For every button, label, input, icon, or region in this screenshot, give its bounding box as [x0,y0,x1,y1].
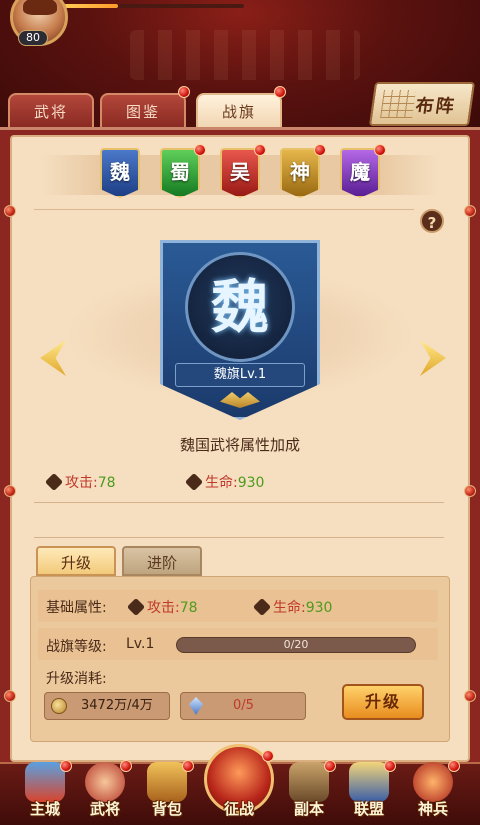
heart-shield-icon [252,597,272,617]
nav-main-city[interactable]: 主城 [16,758,74,825]
formation-button-label: 布阵 [414,96,458,117]
nav-label: 武将 [89,800,120,818]
nav-campaign[interactable]: 征战 [210,758,268,825]
stat-hp: 生命:930 [184,472,265,492]
tab-codex[interactable]: 图鉴 [100,93,186,127]
faction-shen-badge [314,144,326,156]
crystal-cost-value: 0/5 [233,698,254,713]
upgrade-attack-label: 攻击: [147,600,180,616]
faction-mo-badge [374,144,386,156]
subtab-advance[interactable]: 进阶 [122,546,202,576]
divider [34,502,444,503]
frame-knob [464,690,476,702]
nav-label: 征战 [223,800,254,818]
nav-label: 副本 [293,800,324,818]
stat-hp-value: 930 [237,475,265,491]
nav-generals[interactable]: 武将 [76,758,134,825]
exp-bar [64,4,244,8]
banner-level-label: 魏旗Lv.1 [175,363,305,387]
upgrade-hp: 生命:930 [252,597,333,617]
player-level-badge: 80 [18,30,48,46]
general-icon [85,762,125,802]
crystal-icon [189,697,203,715]
formation-board-icon [380,90,416,118]
stat-hp-label: 生命: [205,475,238,491]
nav-badge [324,760,336,772]
formation-button[interactable]: 布阵 [368,82,476,126]
flag-level-label: 战旗等级: [46,639,107,655]
nav-backpack[interactable]: 背包 [138,758,196,825]
stat-attack: 攻击:78 [44,472,116,492]
dungeon-icon [289,762,329,802]
backpack-icon [147,762,187,802]
faction-wei-button[interactable]: 魏 [100,148,140,198]
divider [34,209,414,210]
divider [34,537,444,538]
help-icon[interactable]: ? [420,209,444,233]
upgrade-attack: 攻击:78 [126,597,198,617]
gold-cost-box: 3472万/4万 [44,692,170,720]
banner-emblem: 魏 [185,252,295,362]
stat-attack-label: 攻击: [65,475,98,491]
nav-badge [120,760,132,772]
nav-dungeon[interactable]: 副本 [280,758,338,825]
upgrade-hp-value: 930 [305,600,333,616]
nav-badge [60,760,72,772]
frame-knob [464,205,476,217]
base-attr-label: 基础属性: [46,600,107,616]
upgrade-button[interactable]: 升级 [342,684,424,720]
tab-war-banner[interactable]: 战旗 [196,93,282,127]
tab-codex-badge [178,86,190,98]
frame-knob [4,485,16,497]
flag-level-value: Lv.1 [126,636,155,652]
alliance-banner-icon [349,762,389,802]
sword-icon [44,472,64,492]
stat-attack-value: 78 [97,475,116,491]
weapon-icon [413,762,453,802]
city-icon [25,762,65,802]
faction-mo-button[interactable]: 魔 [340,148,380,198]
tab-war-banner-badge [274,86,286,98]
faction-wu-button[interactable]: 吴 [220,148,260,198]
nav-label: 背包 [151,800,182,818]
tab-generals[interactable]: 武将 [8,93,94,127]
upgrade-hp-label: 生命: [273,600,306,616]
nav-badge [384,760,396,772]
nav-alliance[interactable]: 联盟 [340,758,398,825]
subtab-upgrade[interactable]: 升级 [36,546,116,576]
nav-badge [182,760,194,772]
bonus-title: 魏国武将属性加成 [179,436,300,454]
sword-icon [126,597,146,617]
cost-label: 升级消耗: [46,671,107,687]
faction-shen-button[interactable]: 神 [280,148,320,198]
gold-cost-value: 3472万/4万 [81,698,153,713]
nav-label: 主城 [29,800,60,818]
faction-shu-badge [194,144,206,156]
upgrade-attack-value: 78 [179,600,198,616]
nav-divine-weapon[interactable]: 神兵 [404,758,462,825]
crystal-cost-box: 0/5 [180,692,306,720]
frame-knob [4,690,16,702]
heart-shield-icon [184,472,204,492]
flag-level-progress-bar: 0/20 [176,637,416,653]
coin-icon [51,698,67,714]
nav-badge [448,760,460,772]
faction-shu-button[interactable]: 蜀 [160,148,200,198]
nav-label: 神兵 [417,800,448,818]
faction-wu-badge [254,144,266,156]
nav-label: 联盟 [353,800,384,818]
frame-knob [4,205,16,217]
frame-knob [464,485,476,497]
